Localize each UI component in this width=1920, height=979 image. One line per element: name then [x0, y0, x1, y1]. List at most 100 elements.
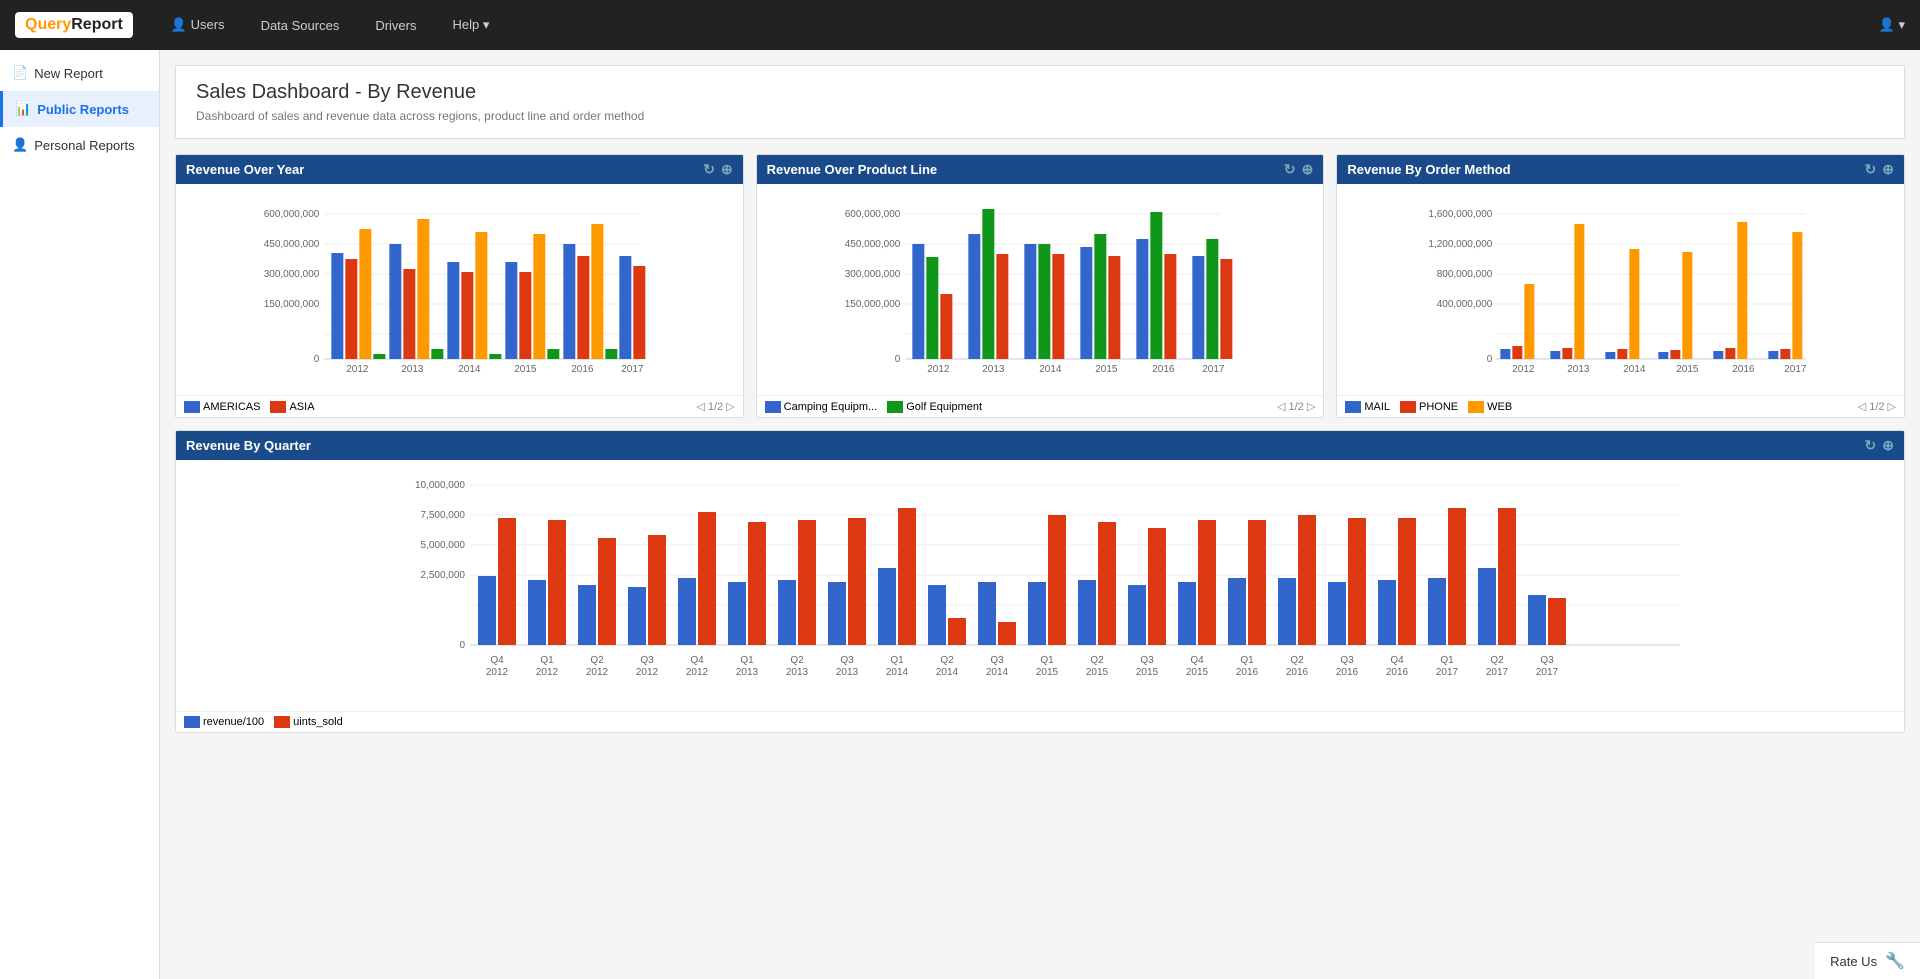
settings-icon-2[interactable]: ⊕	[1302, 161, 1314, 178]
brand-logo[interactable]: QueryReport	[15, 12, 133, 38]
svg-text:Q2: Q2	[1490, 655, 1504, 666]
svg-text:2015: 2015	[1095, 364, 1118, 375]
svg-text:2015: 2015	[1136, 667, 1159, 678]
svg-text:2013: 2013	[836, 667, 859, 678]
svg-text:Q2: Q2	[790, 655, 804, 666]
refresh-icon-2[interactable]: ↻	[1284, 161, 1296, 178]
chart-revenue-over-year-header: Revenue Over Year ↻ ⊕	[176, 155, 743, 184]
svg-text:0: 0	[314, 354, 320, 365]
refresh-icon-1[interactable]: ↻	[703, 161, 715, 178]
svg-text:2014: 2014	[986, 667, 1009, 678]
svg-text:2013: 2013	[982, 364, 1005, 375]
legend-camping-label: Camping Equipm...	[784, 401, 878, 413]
settings-icon-4[interactable]: ⊕	[1882, 437, 1894, 454]
svg-text:Q2: Q2	[1290, 655, 1304, 666]
svg-text:2016: 2016	[571, 364, 594, 375]
svg-text:2017: 2017	[1536, 667, 1559, 678]
svg-text:Q3: Q3	[1340, 655, 1354, 666]
svg-text:Q4: Q4	[490, 655, 504, 666]
svg-text:2014: 2014	[1039, 364, 1062, 375]
chart-revenue-by-order-body: 1,600,000,000 1,200,000,000 800,000,000 …	[1337, 184, 1904, 395]
settings-icon-3[interactable]: ⊕	[1882, 161, 1894, 178]
settings-icon-1[interactable]: ⊕	[721, 161, 733, 178]
svg-text:2015: 2015	[1036, 667, 1059, 678]
svg-text:2013: 2013	[1568, 364, 1591, 375]
svg-text:0: 0	[894, 354, 900, 365]
main-layout: 📄 New Report 📊 Public Reports 👤 Personal…	[0, 50, 1920, 979]
svg-text:2012: 2012	[927, 364, 950, 375]
chart-revenue-over-product-header: Revenue Over Product Line ↻ ⊕	[757, 155, 1324, 184]
svg-text:2017: 2017	[1785, 364, 1808, 375]
svg-text:Q2: Q2	[1090, 655, 1104, 666]
sidebar-personal-reports-label: Personal Reports	[34, 138, 134, 153]
svg-text:450,000,000: 450,000,000	[844, 239, 900, 250]
user-menu[interactable]: 👤 ▾	[1879, 17, 1905, 33]
svg-text:2017: 2017	[1486, 667, 1509, 678]
nav-users[interactable]: 👤 Users	[163, 12, 233, 38]
chart-revenue-over-product-svg: 600,000,000 450,000,000 300,000,000 150,…	[765, 194, 1316, 384]
chart-revenue-by-order-icons: ↻ ⊕	[1865, 161, 1894, 178]
rate-us-bar[interactable]: Rate Us 🔧	[1815, 942, 1920, 979]
svg-text:Q1: Q1	[1240, 655, 1254, 666]
sidebar-public-reports[interactable]: 📊 Public Reports	[0, 91, 159, 127]
svg-text:7,500,000: 7,500,000	[421, 510, 466, 521]
bottom-charts-row: Revenue By Quarter ↻ ⊕	[175, 430, 1905, 733]
svg-text:2014: 2014	[936, 667, 959, 678]
chart-revenue-over-product-title: Revenue Over Product Line	[767, 162, 938, 177]
svg-text:300,000,000: 300,000,000	[264, 269, 320, 280]
legend-nav-1[interactable]: ◁ 1/2 ▷	[696, 400, 734, 413]
chart-revenue-over-year-legend: AMERICAS ASIA ◁ 1/2 ▷	[176, 395, 743, 417]
dashboard-title: Sales Dashboard - By Revenue	[196, 81, 1884, 104]
legend-nav-2[interactable]: ◁ 1/2 ▷	[1277, 400, 1315, 413]
chart-revenue-over-product-legend: Camping Equipm... Golf Equipment ◁ 1/2 ▷	[757, 395, 1324, 417]
svg-text:2015: 2015	[1677, 364, 1700, 375]
svg-text:Q3: Q3	[1140, 655, 1154, 666]
legend-nav-3[interactable]: ◁ 1/2 ▷	[1858, 400, 1896, 413]
nav-drivers[interactable]: Drivers	[367, 13, 424, 38]
legend-units-label: uints_sold	[293, 716, 343, 728]
svg-text:2013: 2013	[401, 364, 424, 375]
chart-revenue-over-year-title: Revenue Over Year	[186, 162, 304, 177]
chart-revenue-over-year-body: 600,000,000 450,000,000 300,000,000 150,…	[176, 184, 743, 395]
svg-text:150,000,000: 150,000,000	[264, 299, 320, 310]
svg-text:2014: 2014	[886, 667, 909, 678]
svg-text:Q1: Q1	[890, 655, 904, 666]
nav-datasources[interactable]: Data Sources	[253, 13, 348, 38]
svg-text:Q1: Q1	[1040, 655, 1054, 666]
svg-text:150,000,000: 150,000,000	[844, 299, 900, 310]
sidebar-new-report[interactable]: 📄 New Report	[0, 55, 159, 91]
nav-help[interactable]: Help ▾	[445, 12, 498, 38]
chart-revenue-by-quarter-legend: revenue/100 uints_sold	[176, 711, 1904, 732]
chart-revenue-by-quarter-header: Revenue By Quarter ↻ ⊕	[176, 431, 1904, 460]
svg-text:2012: 2012	[636, 667, 659, 678]
refresh-icon-4[interactable]: ↻	[1865, 437, 1877, 454]
sidebar-personal-reports[interactable]: 👤 Personal Reports	[0, 127, 159, 163]
legend-mail-color	[1345, 401, 1361, 413]
svg-text:Q3: Q3	[840, 655, 854, 666]
legend-units: uints_sold	[274, 716, 343, 728]
chart-revenue-by-order-header: Revenue By Order Method ↻ ⊕	[1337, 155, 1904, 184]
svg-text:300,000,000: 300,000,000	[844, 269, 900, 280]
svg-text:2016: 2016	[1286, 667, 1309, 678]
refresh-icon-3[interactable]: ↻	[1865, 161, 1877, 178]
chart-revenue-over-year-svg: 600,000,000 450,000,000 300,000,000 150,…	[184, 194, 735, 384]
svg-text:2012: 2012	[536, 667, 559, 678]
svg-text:Q3: Q3	[990, 655, 1004, 666]
chart-revenue-over-product: Revenue Over Product Line ↻ ⊕ 600,0	[756, 154, 1325, 418]
svg-text:Q1: Q1	[1440, 655, 1454, 666]
svg-text:600,000,000: 600,000,000	[264, 209, 320, 220]
legend-asia-color	[270, 401, 286, 413]
svg-text:Q3: Q3	[1540, 655, 1554, 666]
legend-golf-color	[887, 401, 903, 413]
svg-text:Q4: Q4	[1390, 655, 1404, 666]
svg-text:Q4: Q4	[690, 655, 704, 666]
svg-text:5,000,000: 5,000,000	[421, 540, 466, 551]
legend-web-label: WEB	[1487, 401, 1512, 413]
svg-text:600,000,000: 600,000,000	[844, 209, 900, 220]
svg-text:2017: 2017	[621, 364, 644, 375]
legend-golf-label: Golf Equipment	[906, 401, 982, 413]
legend-phone-label: PHONE	[1419, 401, 1458, 413]
chart-revenue-by-quarter-svg: 10,000,000 7,500,000 5,000,000 2,500,000…	[184, 470, 1896, 700]
legend-mail: MAIL	[1345, 401, 1390, 413]
svg-text:Q4: Q4	[1190, 655, 1204, 666]
